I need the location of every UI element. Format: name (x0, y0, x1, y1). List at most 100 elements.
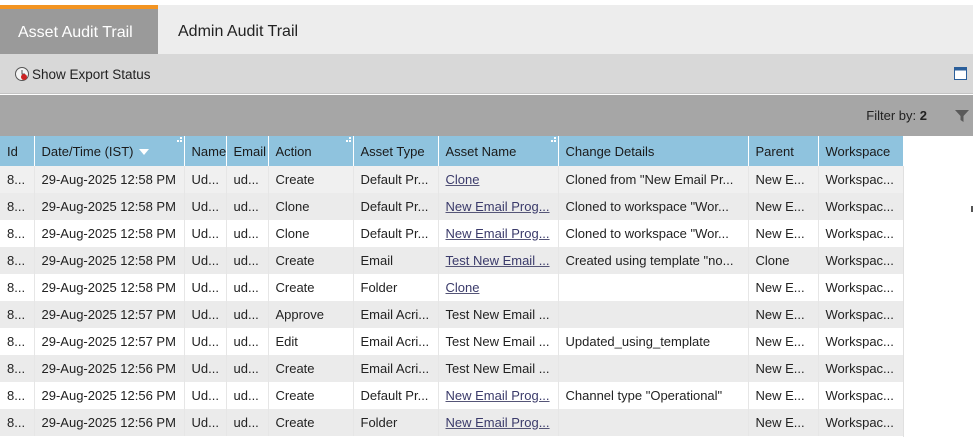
cell-asset-name: Test New Email ... (438, 247, 559, 274)
cell-name: Ud... (184, 247, 227, 274)
column-header-change-details[interactable]: Change Details (558, 136, 749, 166)
cell-asset-type: Folder (353, 409, 439, 436)
cell-change-details: Cloned from "New Email Pr... (558, 166, 749, 193)
cell-asset-type: Email (353, 247, 439, 274)
cell-asset-name: Test New Email ... (438, 328, 559, 355)
cell-name: Ud... (184, 355, 227, 382)
cell-asset-name: New Email Prog... (438, 193, 559, 220)
cell-asset-name: Test New Email ... (438, 355, 559, 382)
table-row[interactable]: 8... 29-Aug-2025 12:57 PM Ud... ud... Approv… (0, 301, 904, 328)
cell-datetime: 29-Aug-2025 12:58 PM (34, 166, 185, 193)
column-header-label: Change Details (565, 143, 655, 159)
cell-email: ud... (226, 301, 269, 328)
cell-action: Approve (268, 301, 354, 328)
cell-workspace: Workspac... (818, 328, 904, 355)
cell-email: ud... (226, 274, 269, 301)
asset-name-link[interactable]: Test New Email ... (446, 253, 550, 268)
table-row[interactable]: 8... 29-Aug-2025 12:56 PM Ud... ud... Create… (0, 409, 904, 436)
cell-workspace: Workspac... (818, 409, 904, 436)
cell-action: Create (268, 382, 354, 409)
cell-asset-name: New Email Prog... (438, 409, 559, 436)
show-export-status-button[interactable]: Show Export Status (14, 65, 151, 83)
asset-name-link[interactable]: New Email Prog... (446, 226, 550, 241)
cell-action: Create (268, 166, 354, 193)
column-header-label: Asset Type (360, 143, 425, 159)
cell-parent: Clone (748, 247, 819, 274)
cell-name: Ud... (184, 220, 227, 247)
cell-name: Ud... (184, 328, 227, 355)
cell-parent: New E... (748, 301, 819, 328)
cell-parent: New E... (748, 328, 819, 355)
filter-summary: Filter by: 2 (866, 108, 927, 123)
asset-name-link[interactable]: Clone (446, 172, 480, 187)
column-header-asset-type[interactable]: Asset Type (353, 136, 439, 166)
column-header-email[interactable]: Email (226, 136, 269, 166)
funnel-icon[interactable] (954, 108, 970, 124)
cell-id: 8... (0, 409, 35, 436)
table-row[interactable]: 8... 29-Aug-2025 12:58 PM Ud... ud... Clone D… (0, 220, 904, 247)
audit-table-body: 8... 29-Aug-2025 12:58 PM Ud... ud... Create… (0, 166, 904, 436)
cell-change-details: Cloned to workspace "Wor... (558, 220, 749, 247)
cell-asset-name: Clone (438, 166, 559, 193)
cell-change-details: Channel type "Operational" (558, 382, 749, 409)
cell-email: ud... (226, 193, 269, 220)
cell-datetime: 29-Aug-2025 12:56 PM (34, 409, 185, 436)
cell-asset-name: New Email Prog... (438, 220, 559, 247)
filter-label: Filter by: (866, 108, 917, 123)
asset-name-link[interactable]: New Email Prog... (446, 415, 550, 430)
table-row[interactable]: 8... 29-Aug-2025 12:56 PM Ud... ud... Create… (0, 382, 904, 409)
column-resize-grip-icon[interactable] (343, 137, 351, 143)
cell-action: Create (268, 355, 354, 382)
table-row[interactable]: 8... 29-Aug-2025 12:58 PM Ud... ud... Create… (0, 274, 904, 301)
cell-parent: New E... (748, 409, 819, 436)
cell-email: ud... (226, 355, 269, 382)
column-resize-grip-icon[interactable] (174, 137, 182, 143)
column-header-asset-name[interactable]: Asset Name (438, 136, 559, 166)
cell-id: 8... (0, 382, 35, 409)
cell-asset-name: Clone (438, 274, 559, 301)
table-row[interactable]: 8... 29-Aug-2025 12:58 PM Ud... ud... Clone D… (0, 193, 904, 220)
column-resize-grip-icon[interactable] (548, 137, 556, 143)
cell-asset-type: Default Pr... (353, 166, 439, 193)
cell-asset-type: Default Pr... (353, 382, 439, 409)
cell-workspace: Workspac... (818, 274, 904, 301)
cell-name: Ud... (184, 382, 227, 409)
cell-name: Ud... (184, 301, 227, 328)
tab-asset-audit-trail[interactable]: Asset Audit Trail (0, 5, 158, 54)
tab-admin-audit-trail[interactable]: Admin Audit Trail (160, 5, 316, 54)
cell-id: 8... (0, 166, 35, 193)
column-header-id[interactable]: Id (0, 136, 35, 166)
cell-action: Edit (268, 328, 354, 355)
cell-asset-type: Email Acri... (353, 328, 439, 355)
cell-asset-type: Default Pr... (353, 220, 439, 247)
cell-datetime: 29-Aug-2025 12:58 PM (34, 274, 185, 301)
cell-id: 8... (0, 193, 35, 220)
column-header-label: Parent (755, 143, 794, 159)
asset-name-link[interactable]: New Email Prog... (446, 388, 550, 403)
column-header-workspace[interactable]: Workspace (818, 136, 904, 166)
cell-name: Ud... (184, 193, 227, 220)
column-header-name[interactable]: Name (184, 136, 227, 166)
cell-change-details (558, 301, 749, 328)
cell-parent: New E... (748, 355, 819, 382)
column-header-label: Workspace (825, 143, 891, 159)
cell-id: 8... (0, 355, 35, 382)
cell-change-details (558, 409, 749, 436)
column-header-label: Email (233, 143, 267, 159)
table-row[interactable]: 8... 29-Aug-2025 12:58 PM Ud... ud... Create… (0, 247, 904, 274)
cell-id: 8... (0, 220, 35, 247)
table-row[interactable]: 8... 29-Aug-2025 12:57 PM Ud... ud... Edit Em… (0, 328, 904, 355)
column-header-action[interactable]: Action (268, 136, 354, 166)
cell-parent: New E... (748, 382, 819, 409)
table-row[interactable]: 8... 29-Aug-2025 12:58 PM Ud... ud... Create… (0, 166, 904, 193)
table-row[interactable]: 8... 29-Aug-2025 12:56 PM Ud... ud... Create… (0, 355, 904, 382)
column-header-parent[interactable]: Parent (748, 136, 819, 166)
maximize-window-icon[interactable] (954, 67, 967, 80)
cell-workspace: Workspac... (818, 247, 904, 274)
column-header-label: Asset Name (445, 143, 517, 159)
cell-parent: New E... (748, 274, 819, 301)
column-header-datetime[interactable]: Date/Time (IST) (34, 136, 185, 166)
asset-name-link[interactable]: New Email Prog... (446, 199, 550, 214)
cell-asset-name: New Email Prog... (438, 382, 559, 409)
asset-name-link[interactable]: Clone (446, 280, 480, 295)
